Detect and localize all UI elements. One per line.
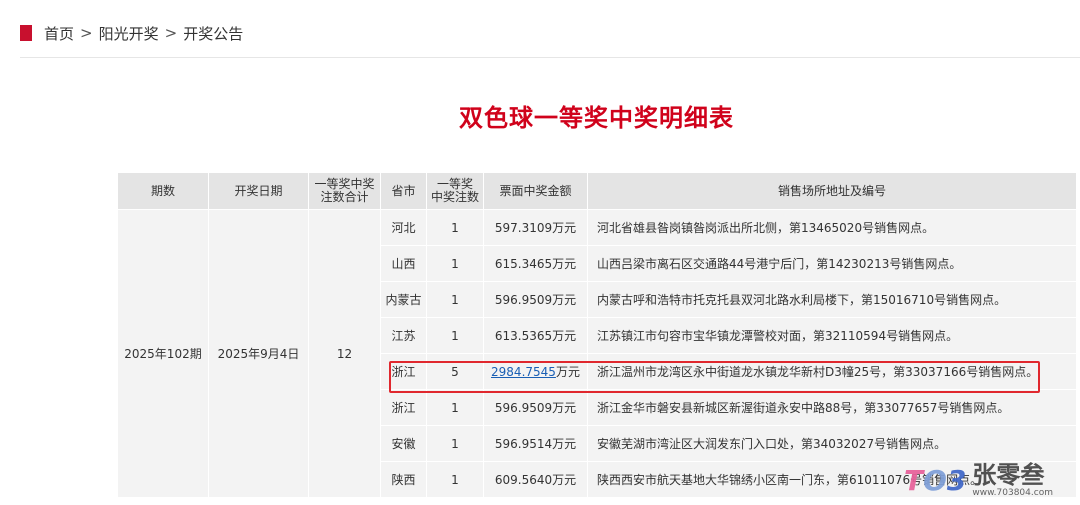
header-count: 一等奖 中奖注数: [426, 172, 484, 210]
amount-cell: 596.9509万元: [483, 281, 588, 318]
amount-cell: 609.5640万元: [483, 461, 588, 498]
header-amount: 票面中奖金额: [483, 172, 588, 210]
breadcrumb-home-link[interactable]: 首页: [44, 23, 74, 44]
header-period: 期数: [117, 172, 209, 210]
province-cell: 山西: [380, 245, 427, 282]
count-cell: 1: [426, 461, 484, 498]
period-cell: 2025年102期: [117, 209, 209, 498]
watermark-badge-n: 3: [946, 463, 967, 497]
amount-unit: 万元: [555, 365, 580, 379]
total-count-cell: 12: [308, 209, 381, 498]
amount-cell: 597.3109万元: [483, 209, 588, 246]
address-cell: 浙江温州市龙湾区永中街道龙水镇龙华新村D3幢25号，第33037166号销售网点…: [587, 353, 1077, 390]
watermark: TO3 张零叁 www.703804.com: [904, 455, 1080, 505]
watermark-logo-icon: TO3: [904, 464, 966, 497]
breadcrumb-sunshine-link[interactable]: 阳光开奖: [99, 23, 159, 44]
table-row: 2025年102期 2025年9月4日 12 河北 1 597.3109万元 河…: [117, 209, 1077, 498]
count-cell: 5: [426, 353, 484, 390]
table-header-row: 期数 开奖日期 一等奖中奖 注数合计 省市 一等奖 中奖注数 票面中奖金额 销售…: [117, 172, 1077, 210]
header-count-line1: 一等奖: [436, 177, 473, 191]
amount-cell: 596.9514万元: [483, 425, 588, 462]
address-cell: 江苏镇江市句容市宝华镇龙潭警校对面，第32110594号销售网点。: [587, 317, 1077, 354]
header-total-count: 一等奖中奖 注数合计: [308, 172, 381, 210]
amount-cell: 613.5365万元: [483, 317, 588, 354]
watermark-badge-t: T: [904, 463, 924, 497]
address-cell: 山西吕梁市离石区交通路44号港宁后门，第14230213号销售网点。: [587, 245, 1077, 282]
header-address: 销售场所地址及编号: [587, 172, 1077, 210]
header-total-count-line2: 注数合计: [320, 190, 369, 204]
province-cell: 江苏: [380, 317, 427, 354]
count-cell: 1: [426, 425, 484, 462]
count-cell: 1: [426, 317, 484, 354]
count-cell: 1: [426, 389, 484, 426]
province-cell: 安徽: [380, 425, 427, 462]
header-draw-date: 开奖日期: [208, 172, 309, 210]
header-count-line2: 中奖注数: [430, 190, 479, 204]
address-cell: 河北省雄县昝岗镇昝岗派出所北侧，第13465020号销售网点。: [587, 209, 1077, 246]
header-divider: [20, 57, 1080, 58]
province-cell: 河北: [380, 209, 427, 246]
province-cell: 浙江: [380, 389, 427, 426]
watermark-text: 张零叁 www.703804.com: [972, 462, 1053, 498]
winners-table: 期数 开奖日期 一等奖中奖 注数合计 省市 一等奖 中奖注数 票面中奖金额 销售…: [117, 172, 1077, 498]
count-cell: 1: [426, 281, 484, 318]
watermark-url: www.703804.com: [972, 488, 1053, 498]
breadcrumb-marker-icon: [20, 25, 32, 41]
province-cell: 陕西: [380, 461, 427, 498]
breadcrumb-announcement-link[interactable]: 开奖公告: [183, 23, 243, 44]
amount-link[interactable]: 2984.7545: [491, 365, 556, 379]
header-province: 省市: [380, 172, 427, 210]
address-cell: 浙江金华市磐安县新城区新渥街道永安中路88号，第33077657号销售网点。: [587, 389, 1077, 426]
header-total-count-line1: 一等奖中奖: [314, 177, 375, 191]
count-cell: 1: [426, 245, 484, 282]
breadcrumb-separator: >: [164, 24, 178, 42]
province-cell: 浙江: [380, 353, 427, 390]
breadcrumb: 首页 > 阳光开奖 > 开奖公告: [20, 22, 243, 44]
province-cell: 内蒙古: [380, 281, 427, 318]
watermark-name: 张零叁: [972, 461, 1045, 489]
count-cell: 1: [426, 209, 484, 246]
address-cell: 内蒙古呼和浩特市托克托县双河北路水利局楼下，第15016710号销售网点。: [587, 281, 1077, 318]
draw-date-cell: 2025年9月4日: [208, 209, 309, 498]
amount-cell: 615.3465万元: [483, 245, 588, 282]
amount-cell: 2984.7545万元: [483, 353, 588, 390]
breadcrumb-separator: >: [80, 24, 93, 42]
page-title: 双色球一等奖中奖明细表: [459, 104, 734, 132]
watermark-badge-o: O: [923, 463, 947, 497]
amount-cell: 596.9509万元: [483, 389, 588, 426]
